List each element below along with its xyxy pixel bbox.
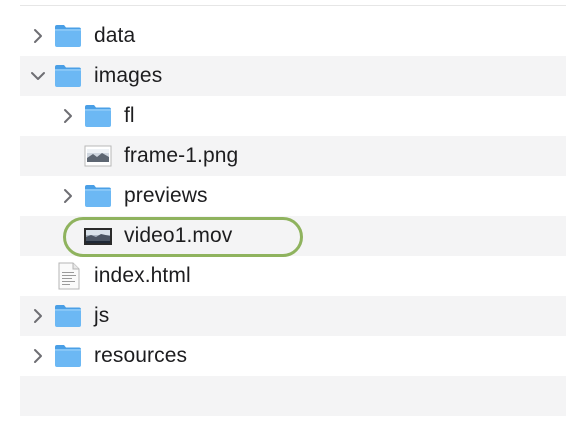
empty-row	[20, 376, 566, 416]
file-name: resources	[94, 344, 188, 367]
chevron-right-icon[interactable]	[30, 348, 46, 364]
folder-icon	[53, 301, 83, 331]
chevron-right-icon[interactable]	[30, 28, 46, 44]
folder-icon	[53, 21, 83, 51]
video-file-icon	[83, 221, 113, 251]
chevron-right-icon[interactable]	[30, 308, 46, 324]
folder-icon	[83, 101, 113, 131]
file-row-js[interactable]: js	[20, 296, 566, 336]
chevron-down-icon[interactable]	[30, 68, 46, 84]
image-file-icon	[83, 141, 113, 171]
file-name: previews	[124, 184, 208, 207]
file-row-fl[interactable]: fl	[20, 96, 566, 136]
file-name: data	[94, 24, 136, 47]
file-row-resources[interactable]: resources	[20, 336, 566, 376]
html-file-icon	[53, 261, 83, 291]
file-name: images	[94, 64, 163, 87]
chevron-right-icon[interactable]	[60, 188, 76, 204]
chevron-right-icon[interactable]	[60, 108, 76, 124]
file-row-images[interactable]: images	[20, 56, 566, 96]
file-name: fl	[124, 104, 135, 127]
folder-icon	[53, 341, 83, 371]
file-name: frame-1.png	[124, 144, 239, 167]
file-name: video1.mov	[124, 224, 233, 247]
top-divider	[20, 5, 566, 6]
file-row-frame-1-png[interactable]: frame-1.png	[20, 136, 566, 176]
file-row-data[interactable]: data	[20, 16, 566, 56]
file-list: data images fl frame-1.png previews vide…	[20, 16, 566, 416]
folder-icon	[53, 61, 83, 91]
folder-icon	[83, 181, 113, 211]
file-name: js	[94, 304, 110, 327]
file-row-previews[interactable]: previews	[20, 176, 566, 216]
file-row-index-html[interactable]: index.html	[20, 256, 566, 296]
file-name: index.html	[94, 264, 191, 287]
file-row-video1-mov[interactable]: video1.mov	[20, 216, 566, 257]
